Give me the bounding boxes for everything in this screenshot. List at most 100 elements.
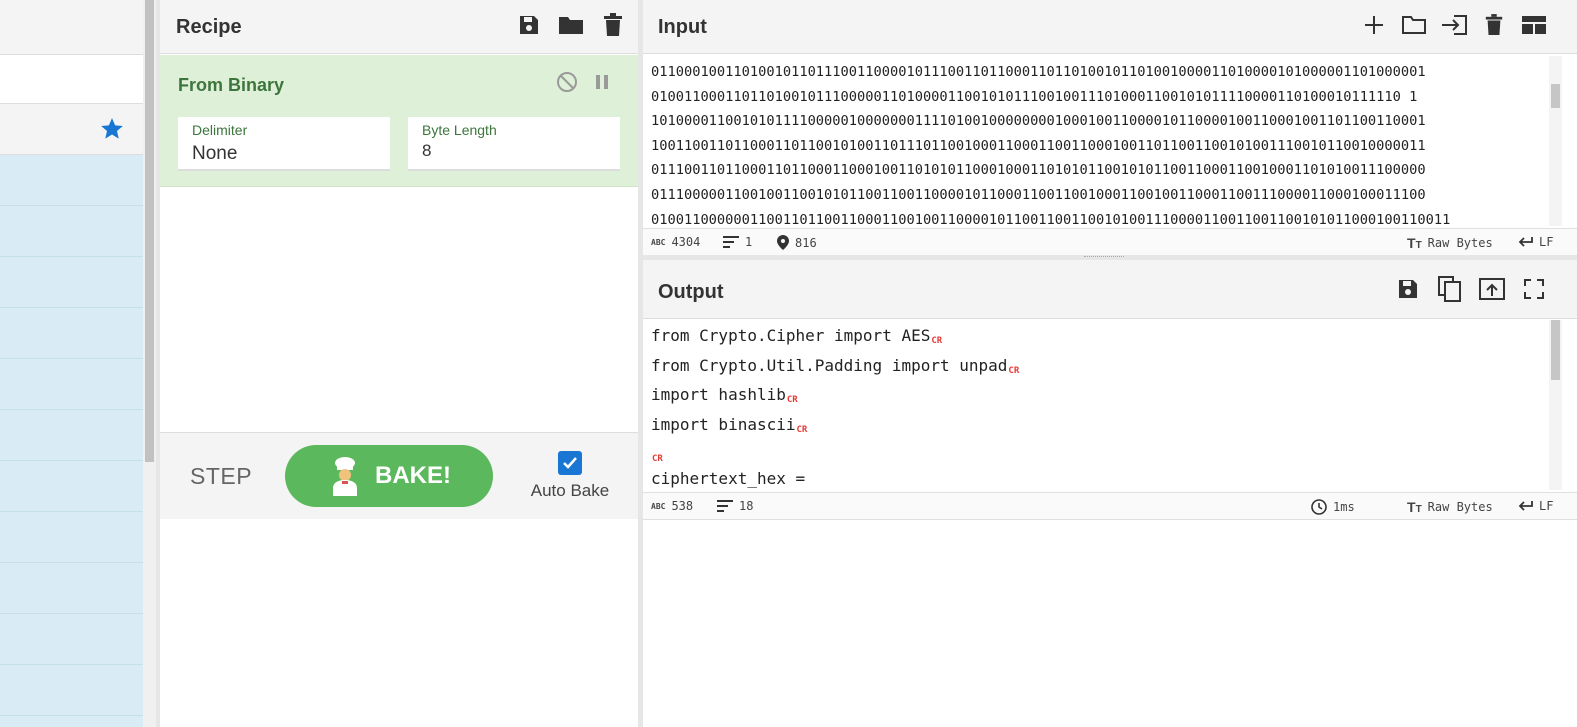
folder-icon[interactable] [556, 10, 586, 40]
cursor-position-value: 816 [795, 235, 817, 250]
list-item[interactable] [0, 410, 143, 461]
copy-icon[interactable] [1435, 274, 1465, 304]
cursor-position: 816 [777, 235, 817, 250]
disable-icon[interactable] [556, 71, 578, 93]
layout-icon[interactable] [1519, 10, 1549, 40]
checkbox-icon[interactable] [558, 451, 582, 475]
delimiter-field[interactable]: Delimiter None [178, 117, 390, 171]
eol-value[interactable]: LF [1539, 235, 1553, 249]
star-icon[interactable] [99, 116, 125, 142]
line-count-value: 18 [739, 499, 754, 513]
plus-icon[interactable] [1359, 10, 1389, 40]
input-line: 0110001001101001011011100110000101110011… [651, 64, 1426, 80]
replace-input-icon[interactable] [1477, 274, 1507, 304]
abc-icon: ABC [651, 501, 666, 511]
splitter-grip[interactable] [1084, 256, 1124, 259]
char-count: ABC 4304 [651, 235, 700, 249]
output-line: ciphertext_hex = [651, 467, 1541, 489]
encoding-selector[interactable]: TT Raw Bytes [1407, 235, 1493, 251]
recipe-header: Recipe [160, 0, 638, 54]
encoding-value[interactable]: Raw Bytes [1428, 236, 1493, 250]
list-item[interactable] [0, 257, 143, 308]
recipe-pane: Recipe From Binary Delimiter None Byte L… [160, 0, 638, 727]
clock-icon [1311, 499, 1327, 515]
bake-time-value: 1ms [1333, 500, 1355, 514]
output-line-text: ciphertext_hex = [651, 468, 806, 488]
recipe-operation[interactable]: From Binary Delimiter None Byte Length 8 [160, 55, 638, 187]
trash-icon[interactable] [1479, 10, 1509, 40]
char-count-value: 538 [671, 499, 694, 513]
input-line: 0100110000001100110110011000110010011000… [651, 211, 1451, 226]
input-scrollbar[interactable] [1549, 56, 1562, 226]
list-item[interactable] [0, 308, 143, 359]
scrollbar-thumb[interactable] [1551, 320, 1560, 380]
operations-scrollbar[interactable] [143, 0, 156, 727]
output-line: import hashlibCR [651, 383, 1541, 413]
output-line-text: import hashlib [651, 385, 786, 404]
list-item[interactable] [0, 614, 143, 665]
bake-button[interactable]: BAKE! [285, 445, 493, 507]
char-count-value: 4304 [671, 235, 701, 249]
pause-icon[interactable] [592, 71, 612, 93]
operations-list [0, 155, 143, 727]
list-item[interactable] [0, 563, 143, 614]
fullscreen-icon[interactable] [1519, 274, 1549, 304]
output-header: Output [643, 260, 1577, 319]
operations-pane [0, 0, 143, 727]
byte-length-field[interactable]: Byte Length 8 [408, 117, 620, 171]
text-size-icon: TT [1407, 499, 1422, 515]
output-pane: Output from Crypto.Cipher import AESCR f… [643, 260, 1577, 727]
input-line: 0111000001100100110010101100110011000010… [651, 186, 1426, 203]
list-item[interactable] [0, 665, 143, 716]
input-textarea[interactable]: 0110001001101001011011100110000101110011… [651, 60, 1541, 226]
carriage-return-marker: CR [786, 395, 798, 405]
eol-value[interactable]: LF [1539, 499, 1553, 513]
auto-bake-checkbox[interactable]: Auto Bake [530, 451, 610, 501]
list-item[interactable] [0, 206, 143, 257]
input-line: 0111001101100011011000110001001101010110… [651, 162, 1426, 179]
recipe-title: Recipe [176, 16, 242, 38]
input-statusbar: ABC 4304 1 816 TT Raw Bytes LF [643, 228, 1577, 256]
output-line: from Crypto.Util.Padding import unpadCR [651, 354, 1541, 384]
input-line: 1010000110010101111000001000000011110100… [651, 113, 1426, 130]
input-line: 1001100110110001101100101001101110110010… [651, 137, 1426, 154]
list-item[interactable] [0, 155, 143, 206]
eol-selector[interactable]: LF [1517, 235, 1553, 249]
input-pane: Input 0110001001101001011011100110000101… [643, 0, 1577, 256]
trash-icon[interactable] [598, 10, 628, 40]
encoding-selector[interactable]: TT Raw Bytes [1407, 499, 1493, 515]
bake-label: BAKE! [375, 462, 451, 489]
output-line-text: from Crypto.Cipher import AES [651, 326, 931, 345]
output-textarea[interactable]: from Crypto.Cipher import AES CR from Cryp… [651, 324, 1541, 488]
scrollbar-thumb[interactable] [145, 0, 154, 462]
list-item[interactable] [0, 461, 143, 512]
lines-icon [717, 500, 733, 512]
lines-icon [723, 236, 739, 248]
list-item[interactable] [0, 512, 143, 563]
folder-icon[interactable] [1399, 10, 1429, 40]
abc-icon: ABC [651, 237, 666, 247]
carriage-return-marker: CR [796, 424, 808, 435]
save-icon[interactable] [514, 10, 544, 40]
favourites-category[interactable] [0, 104, 143, 155]
delimiter-value[interactable]: None [192, 143, 237, 165]
operations-search-input[interactable] [0, 55, 143, 104]
input-tab-icon[interactable] [1439, 10, 1469, 40]
output-statusbar: ABC 538 18 1ms TT Raw Bytes LF [643, 492, 1577, 520]
input-line: 0100110001101101001011100000110100001100… [651, 88, 1418, 105]
step-button[interactable]: STEP [190, 463, 252, 490]
line-count: 1 [723, 235, 752, 249]
chef-icon [327, 456, 363, 496]
return-icon [1517, 500, 1533, 512]
save-icon[interactable] [1393, 274, 1423, 304]
eol-selector[interactable]: LF [1517, 499, 1553, 513]
output-line: import binasciiCR [651, 413, 1541, 443]
byte-length-value[interactable]: 8 [422, 141, 431, 161]
scrollbar-thumb[interactable] [1551, 84, 1560, 108]
byte-length-label: Byte Length [422, 122, 497, 138]
auto-bake-label: Auto Bake [530, 481, 610, 500]
output-scrollbar[interactable] [1549, 320, 1562, 490]
encoding-value[interactable]: Raw Bytes [1428, 500, 1493, 514]
list-item[interactable] [0, 359, 143, 410]
input-header: Input [643, 0, 1577, 54]
